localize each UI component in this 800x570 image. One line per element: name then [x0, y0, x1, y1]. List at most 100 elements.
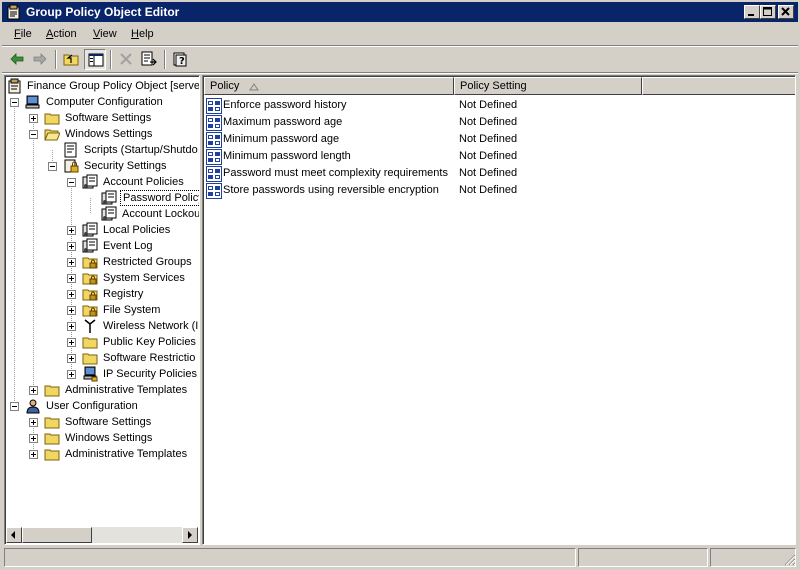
tree-node-software-settings[interactable]: Software Settings	[7, 110, 199, 126]
tree-node-event-log[interactable]: Event Log	[7, 238, 199, 254]
details-pane[interactable]: Policy Policy Setting Enforce password h…	[202, 75, 796, 545]
close-button[interactable]	[778, 5, 794, 19]
tree-node-public-key-policies[interactable]: Public Key Policies	[7, 334, 199, 350]
tree-node-label: Scripts (Startup/Shutdo	[84, 144, 198, 156]
up-one-level-button[interactable]	[60, 49, 82, 70]
list-row[interactable]: Enforce password history Not Defined	[205, 97, 793, 114]
minimize-button[interactable]	[744, 5, 760, 19]
tree-node-user-windows-settings[interactable]: Windows Settings	[7, 430, 199, 446]
tree-node-password-policy[interactable]: Password Policy	[7, 190, 199, 206]
title-bar[interactable]: Group Policy Object Editor	[2, 2, 798, 22]
policy-setting-icon	[206, 98, 222, 114]
delete-button[interactable]	[115, 49, 137, 70]
folder-icon	[44, 430, 60, 446]
tree-node-computer-configuration[interactable]: Computer Configuration	[7, 94, 199, 110]
expand-toggle[interactable]	[67, 290, 76, 299]
folder-icon	[44, 414, 60, 430]
tree-node-label: Event Log	[103, 240, 153, 252]
tree-node-file-system[interactable]: File System	[7, 302, 199, 318]
expand-toggle[interactable]	[29, 386, 38, 395]
tree-node-gpo-root[interactable]: Finance Group Policy Object [server	[7, 78, 199, 94]
column-header-policy-setting[interactable]: Policy Setting	[454, 77, 642, 95]
column-header-label: Policy	[210, 80, 240, 92]
security-icon	[63, 158, 79, 174]
resize-grip-icon[interactable]	[784, 554, 796, 566]
tree-node-label: Wireless Network (I	[103, 320, 199, 332]
collapse-toggle[interactable]	[29, 130, 38, 139]
toolbar-separator	[55, 50, 57, 69]
collapse-toggle[interactable]	[67, 178, 76, 187]
antenna-icon	[82, 318, 98, 334]
help-button[interactable]: ?	[169, 49, 191, 70]
tree-node-account-policies[interactable]: Account Policies	[7, 174, 199, 190]
tree-node-user-configuration[interactable]: User Configuration	[7, 398, 199, 414]
expand-toggle[interactable]	[67, 338, 76, 347]
tree-node-label: Security Settings	[84, 160, 167, 172]
expand-toggle[interactable]	[67, 322, 76, 331]
expand-toggle[interactable]	[67, 226, 76, 235]
expand-toggle[interactable]	[67, 306, 76, 315]
menu-file[interactable]: File	[8, 26, 38, 43]
maximize-button[interactable]	[760, 5, 776, 19]
collapse-toggle[interactable]	[10, 98, 19, 107]
tree-node-label: IP Security Policies c	[103, 368, 200, 380]
folder-open-icon	[44, 126, 61, 142]
forward-button[interactable]	[29, 49, 51, 70]
collapse-toggle[interactable]	[48, 162, 57, 171]
tree-node-wireless-network[interactable]: Wireless Network (I	[7, 318, 199, 334]
tree-node-administrative-templates[interactable]: Administrative Templates	[7, 382, 199, 398]
folder-icon	[44, 382, 60, 398]
tree-node-user-software-settings[interactable]: Software Settings	[7, 414, 199, 430]
expand-toggle[interactable]	[29, 434, 38, 443]
tree-node-system-services[interactable]: System Services	[7, 270, 199, 286]
expand-toggle[interactable]	[29, 418, 38, 427]
tree-horizontal-scrollbar[interactable]	[6, 527, 198, 543]
folder-lock-icon	[82, 254, 98, 270]
policy-setting-icon	[206, 183, 222, 199]
menu-action[interactable]: Action	[40, 26, 83, 43]
column-header-policy[interactable]: Policy	[204, 77, 454, 95]
tree-node-registry[interactable]: Registry	[7, 286, 199, 302]
tree-node-label-selected: Password Policy	[120, 190, 199, 206]
menu-help[interactable]: Help	[125, 26, 160, 43]
show-hide-tree-button[interactable]	[84, 49, 106, 70]
policy-setting-icon	[206, 115, 222, 131]
menu-view[interactable]: View	[87, 26, 123, 43]
list-row[interactable]: Password must meet complexity requiremen…	[205, 165, 793, 182]
scroll-thumb[interactable]	[22, 527, 92, 543]
scroll-right-button[interactable]	[182, 527, 198, 543]
tree-node-security-settings[interactable]: Security Settings	[7, 158, 199, 174]
tree-node-account-lockout[interactable]: Account Lockou	[7, 206, 199, 222]
tree-node-scripts[interactable]: Scripts (Startup/Shutdo	[7, 142, 199, 158]
folder-icon	[82, 334, 98, 350]
list-row[interactable]: Maximum password age Not Defined	[205, 114, 793, 131]
expand-toggle[interactable]	[67, 354, 76, 363]
back-button[interactable]	[6, 49, 28, 70]
expand-toggle[interactable]	[29, 114, 38, 123]
tree-node-ip-security-policies[interactable]: IP Security Policies c	[7, 366, 199, 382]
console-tree[interactable]: Finance Group Policy Object [server Comp…	[4, 75, 200, 545]
folder-lock-icon	[82, 286, 98, 302]
list-row[interactable]: Minimum password age Not Defined	[205, 131, 793, 148]
back-icon	[10, 53, 24, 65]
tree-node-local-policies[interactable]: Local Policies	[7, 222, 199, 238]
list-row[interactable]: Minimum password length Not Defined	[205, 148, 793, 165]
tree-node-user-administrative-templates[interactable]: Administrative Templates	[7, 446, 199, 462]
tree-node-windows-settings[interactable]: Windows Settings	[7, 126, 199, 142]
script-icon	[63, 142, 79, 158]
tree-node-restricted-groups[interactable]: Restricted Groups	[7, 254, 199, 270]
expand-toggle[interactable]	[67, 370, 76, 379]
policy-name: Maximum password age	[223, 116, 343, 128]
menu-bar: File Action View Help	[2, 24, 798, 44]
toolbar-separator	[164, 50, 166, 69]
expand-toggle[interactable]	[29, 450, 38, 459]
tree-node-software-restriction[interactable]: Software Restrictio	[7, 350, 199, 366]
collapse-toggle[interactable]	[10, 402, 19, 411]
export-list-button[interactable]	[138, 49, 160, 70]
list-row[interactable]: Store passwords using reversible encrypt…	[205, 182, 793, 199]
expand-toggle[interactable]	[67, 242, 76, 251]
expand-toggle[interactable]	[67, 258, 76, 267]
expand-toggle[interactable]	[67, 274, 76, 283]
policy-setting-value: Not Defined	[459, 184, 518, 196]
scroll-left-button[interactable]	[6, 527, 22, 543]
